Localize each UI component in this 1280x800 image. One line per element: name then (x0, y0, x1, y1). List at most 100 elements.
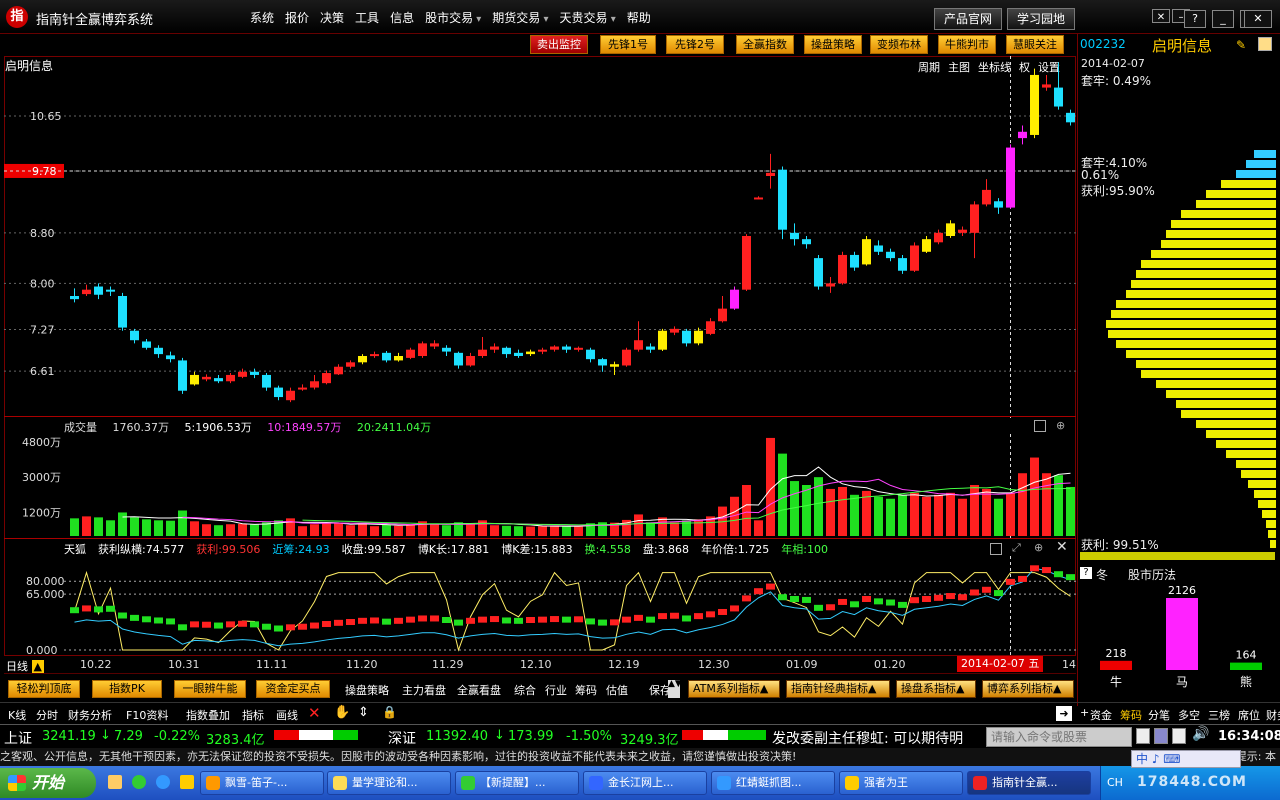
command-input[interactable] (986, 727, 1132, 747)
status-icon[interactable] (1172, 728, 1186, 744)
bottom-link-6[interactable]: 估值 (606, 682, 628, 698)
right-tool-3[interactable]: 多空 (1178, 707, 1200, 723)
series-button-0[interactable]: ATM系列指标▲ (688, 680, 780, 698)
right-tool-6[interactable]: 财务 (1266, 707, 1280, 723)
quicklaunch-icon[interactable] (156, 775, 170, 789)
bottom-link-1[interactable]: 主力看盘 (402, 682, 446, 698)
minimize-icon[interactable]: _ (1212, 10, 1234, 28)
note-icon[interactable] (1258, 37, 1272, 51)
quicklaunch-icon[interactable] (132, 775, 146, 789)
task-button-1[interactable]: 量学理论和... (327, 771, 451, 795)
toolbar-button-2[interactable]: 先锋2号 (666, 35, 724, 54)
speaker-icon[interactable]: 🔊 (1192, 726, 1209, 742)
menu-item-7[interactable]: 天贵交易 (560, 9, 616, 26)
feature-button-1[interactable]: 指数PK (92, 680, 162, 698)
volume-chart[interactable]: 4800万 3000万 1200万 (0, 434, 1077, 538)
task-button-0[interactable]: 飘雪-笛子-... (200, 771, 324, 795)
news-headline[interactable]: 发改委副主任穆虹: 可以期待明 (772, 728, 986, 748)
tab-market-calendar[interactable]: 股市历法 (1128, 566, 1176, 583)
feature-button-3[interactable]: 资金定买点 (256, 680, 330, 698)
tool-tab-2[interactable]: 财务分析 (68, 707, 112, 723)
status-icon[interactable] (1136, 728, 1150, 744)
close-indicator-icon[interactable]: ✕ (1056, 539, 1068, 555)
feature-button-2[interactable]: 一眼辨牛能 (174, 680, 246, 698)
tool-tab-0[interactable]: K线 (8, 707, 26, 723)
toolbar-button-0[interactable]: 卖出监控 (530, 35, 588, 54)
help-icon[interactable]: ? (1184, 10, 1206, 28)
task-button-6[interactable]: 指南针全赢... (967, 771, 1091, 795)
indicator-field-7: 换:4.558 (584, 543, 631, 556)
bottom-link-0[interactable]: 操盘策略 (345, 682, 389, 698)
hand-icon[interactable]: ✋ (334, 705, 350, 720)
series-button-2[interactable]: 操盘系指标▲ (896, 680, 976, 698)
task-button-2[interactable]: 【新提醒】... (455, 771, 579, 795)
scroll-arrows-icon[interactable]: ▲▼ (668, 680, 682, 698)
quicklaunch-icon[interactable] (108, 775, 122, 789)
tool-tab-3[interactable]: F10资料 (126, 707, 168, 723)
menu-item-2[interactable]: 决策 (320, 9, 344, 26)
quicklaunch-icon[interactable] (180, 775, 194, 789)
feature-button-0[interactable]: 轻松判顶底 (8, 680, 80, 698)
tool-mid-0[interactable]: 指数叠加 (186, 707, 230, 723)
indicator-chart[interactable]: 80.00065.000 0.000 (0, 556, 1077, 656)
small-close-icon[interactable]: ✕ (1152, 9, 1170, 23)
pen-icon[interactable]: ✎ (1236, 38, 1248, 52)
right-tool-5[interactable]: 席位 (1238, 707, 1260, 723)
plus-icon[interactable]: + (1080, 706, 1089, 719)
delete-icon[interactable]: ✕ (308, 704, 321, 722)
product-site-button[interactable]: 产品官网 (934, 8, 1002, 30)
toolbar-button-5[interactable]: 变频布林 (870, 35, 928, 54)
move-icon[interactable]: ⇕ (358, 705, 369, 720)
task-button-5[interactable]: 强者为王 (839, 771, 963, 795)
toolbar-button-3[interactable]: 全赢指数 (736, 35, 794, 54)
menu-item-8[interactable]: 帮助 (627, 9, 651, 26)
toolbar-button-1[interactable]: 先锋1号 (600, 35, 656, 54)
menu-item-3[interactable]: 工具 (355, 9, 379, 26)
right-tool-4[interactable]: 三榜 (1208, 707, 1230, 723)
bottom-link-2[interactable]: 全赢看盘 (457, 682, 501, 698)
zoom-icon[interactable]: ⊕ (1034, 541, 1043, 554)
tool-mid-2[interactable]: 画线 (276, 707, 298, 723)
series-button-1[interactable]: 指南针经典指标▲ (786, 680, 890, 698)
panel-menu-icon[interactable] (990, 543, 1002, 555)
system-tray: CH 中 ♪ ⌨ 178448.COM (1100, 750, 1280, 800)
help-icon[interactable]: ? (1080, 567, 1092, 579)
tool-mid-1[interactable]: 指标 (242, 707, 264, 723)
toolbar-button-4[interactable]: 操盘策略 (804, 35, 862, 54)
toolbar-button-6[interactable]: 牛熊判市 (938, 35, 996, 54)
menu-item-1[interactable]: 报价 (285, 9, 309, 26)
zoom-icon[interactable]: ⊕ (1056, 419, 1065, 432)
period-toggle-icon[interactable]: ▲ (31, 660, 44, 673)
indicator-marker (382, 618, 391, 625)
candle-body (766, 172, 775, 176)
close-icon[interactable]: ✕ (1244, 10, 1272, 28)
series-button-3[interactable]: 博弈系列指标▲ (982, 680, 1074, 698)
chip-bar (1206, 430, 1276, 438)
right-tool-0[interactable]: 资金 (1090, 707, 1112, 723)
menu-item-5[interactable]: 股市交易 (425, 9, 481, 26)
ime-indicator[interactable]: CH (1107, 776, 1123, 789)
bottom-link-4[interactable]: 行业 (545, 682, 567, 698)
chip-bar (1262, 510, 1276, 518)
right-tool-1[interactable]: 筹码 (1120, 707, 1142, 723)
bottom-link-5[interactable]: 筹码 (575, 682, 597, 698)
arrow-right-icon[interactable]: ➜ (1056, 706, 1072, 721)
menu-item-0[interactable]: 系统 (250, 9, 274, 26)
menu-item-4[interactable]: 信息 (390, 9, 414, 26)
lock-icon[interactable]: 🔒 (382, 705, 397, 719)
period-label[interactable]: 日线 ▲ (6, 658, 44, 674)
candlestick-chart[interactable]: 10.659.788.808.007.276.619.78 (0, 56, 1077, 418)
expand-icon[interactable]: ⤢ (1012, 541, 1021, 555)
ime-toolbar[interactable]: 中 ♪ ⌨ (1131, 750, 1241, 768)
task-button-3[interactable]: 金长江网上... (583, 771, 707, 795)
toolbar-button-7[interactable]: 慧眼关注 (1006, 35, 1064, 54)
study-garden-button[interactable]: 学习园地 (1007, 8, 1075, 30)
menu-item-6[interactable]: 期货交易 (492, 9, 548, 26)
task-button-4[interactable]: 红蜻蜓抓图... (711, 771, 835, 795)
bottom-link-3[interactable]: 综合 (514, 682, 536, 698)
tab-winter[interactable]: 冬 (1096, 566, 1108, 583)
panel-menu-icon[interactable] (1034, 420, 1046, 432)
status-icon[interactable] (1154, 728, 1168, 744)
tool-tab-1[interactable]: 分时 (36, 707, 58, 723)
right-tool-2[interactable]: 分笔 (1148, 707, 1170, 723)
